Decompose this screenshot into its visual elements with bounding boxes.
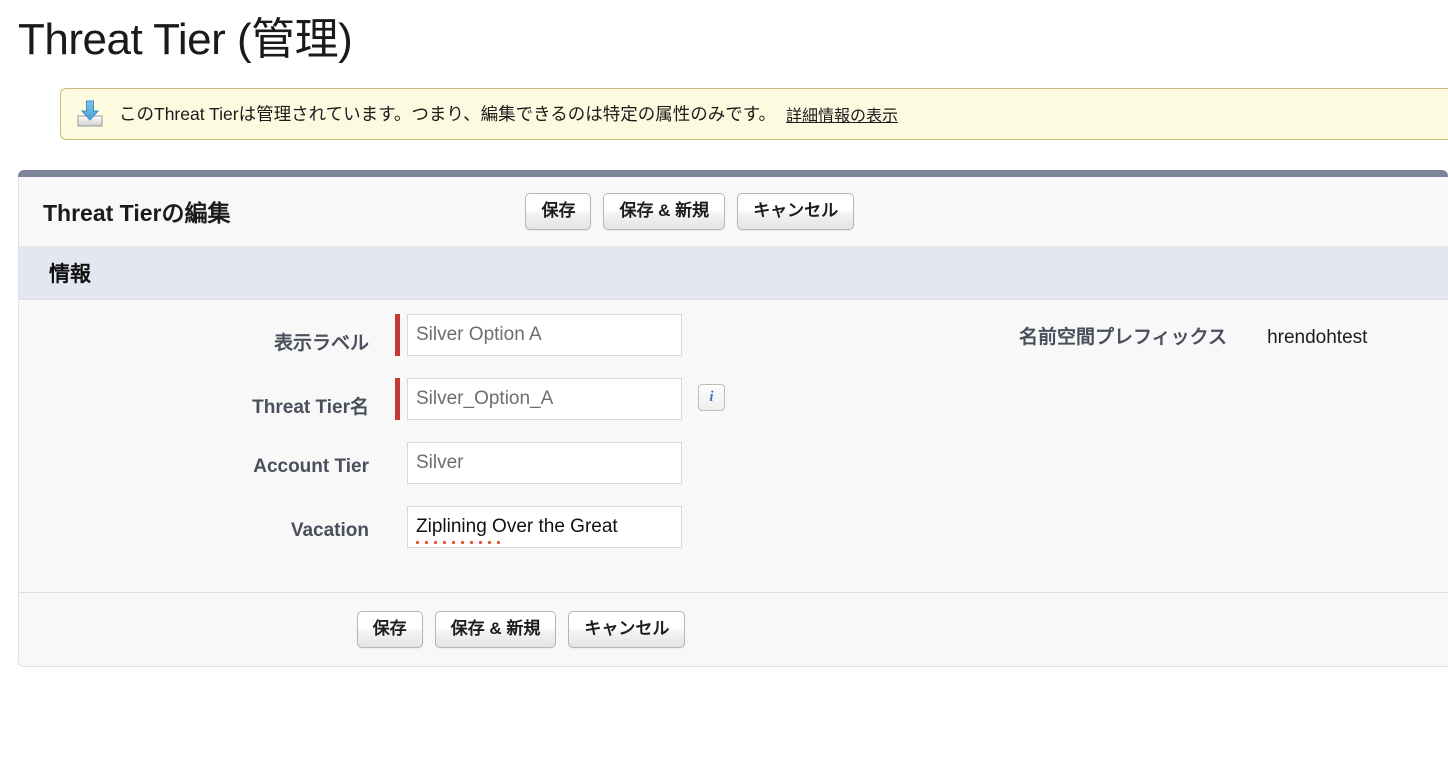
namespace-prefix-value: hrendohtest (1267, 326, 1368, 348)
label-vacation: Vacation (290, 519, 369, 541)
required-marker-display-label (395, 313, 400, 356)
form-row-display-label: 表示ラベル 名前空間プレフィックス hrendohtest (19, 313, 1448, 378)
control-display-label (395, 313, 682, 356)
managed-banner-message: このThreat Tierは管理されています。つまり、編集できるのは特定の属性の… (119, 104, 777, 125)
install-download-icon (75, 99, 105, 129)
control-account-tier (395, 441, 682, 484)
form-row-threat-tier-name: Threat Tier名 i (19, 377, 1448, 442)
control-threat-tier-name: i (395, 377, 725, 420)
namespace-prefix-label: 名前空間プレフィックス (1019, 326, 1228, 348)
vacation-input[interactable] (407, 505, 682, 548)
namespace-prefix-group: 名前空間プレフィックス hrendohtest (1019, 322, 1367, 349)
required-marker-placeholder-vacation (395, 506, 400, 548)
required-marker-placeholder-account-tier (395, 442, 400, 484)
information-section-bar: 情報 (19, 246, 1448, 300)
edit-panel-container: Threat Tierの編集 保存 保存 & 新規 キャンセル 情報 表示ラベル… (0, 140, 1448, 667)
managed-banner-container: このThreat Tierは管理されています。つまり、編集できるのは特定の属性の… (0, 67, 1448, 140)
top-button-row: 保存 保存 & 新規 キャンセル (525, 193, 855, 230)
save-button-top[interactable]: 保存 (525, 193, 592, 230)
info-icon[interactable]: i (698, 383, 725, 411)
panel-header-title: Threat Tierの編集 (43, 200, 231, 227)
threat-tier-name-input[interactable] (407, 377, 682, 420)
section-title: 情報 (49, 262, 91, 286)
cancel-button-top[interactable]: キャンセル (737, 193, 855, 230)
bottom-button-row: 保存 保存 & 新規 キャンセル (356, 611, 686, 648)
save-and-new-button-bottom[interactable]: 保存 & 新規 (434, 611, 557, 648)
label-account-tier: Account Tier (253, 455, 369, 477)
form-body: 表示ラベル 名前空間プレフィックス hrendohtest Threat Tie… (19, 299, 1448, 593)
save-and-new-button-top[interactable]: 保存 & 新規 (603, 193, 726, 230)
panel-footer: 保存 保存 & 新規 キャンセル (19, 592, 1448, 666)
save-button-bottom[interactable]: 保存 (356, 611, 423, 648)
account-tier-input[interactable] (407, 441, 682, 484)
cancel-button-bottom[interactable]: キャンセル (568, 611, 686, 648)
control-vacation (395, 505, 682, 548)
display-label-input[interactable] (407, 313, 682, 356)
panel-top-accent-bar (18, 169, 1448, 177)
form-row-account-tier: Account Tier (19, 441, 1448, 506)
label-display-label: 表示ラベル (273, 332, 369, 354)
required-marker-threat-tier-name (395, 377, 400, 420)
page-title: Threat Tier (管理) (18, 15, 353, 64)
managed-package-banner: このThreat Tierは管理されています。つまり、編集できるのは特定の属性の… (60, 87, 1448, 140)
form-row-vacation: Vacation (19, 505, 1448, 570)
panel-header: Threat Tierの編集 保存 保存 & 新規 キャンセル (19, 176, 1448, 247)
view-details-link[interactable]: 詳細情報の表示 (786, 102, 898, 126)
threat-tier-edit-panel: Threat Tierの編集 保存 保存 & 新規 キャンセル 情報 表示ラベル… (18, 176, 1448, 667)
label-threat-tier-name: Threat Tier名 (252, 396, 369, 418)
